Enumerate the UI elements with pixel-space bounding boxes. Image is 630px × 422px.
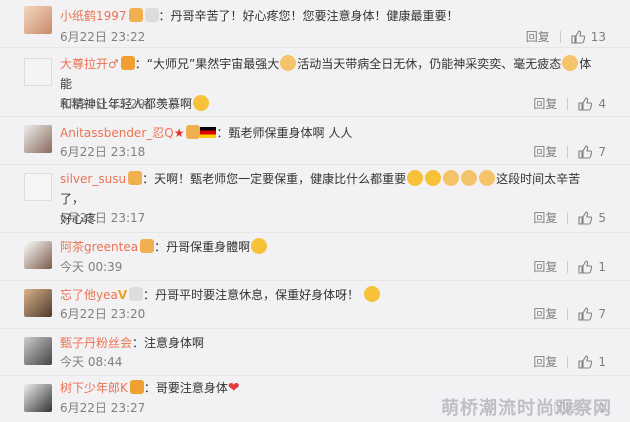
fan-badge-icon — [140, 239, 155, 253]
comment-username[interactable]: 小纸鹤1997 — [60, 9, 127, 23]
sad-emoji-icon — [251, 238, 268, 254]
comment-time: 6月22日 23:17 — [60, 211, 146, 225]
comment-time: 6月22日 23:22 — [60, 30, 146, 44]
comment-username[interactable]: 树下少年郎K — [60, 381, 128, 395]
divider — [567, 97, 569, 110]
thumbs-up-icon[interactable] — [571, 29, 585, 44]
fan-badge-icon — [120, 56, 135, 70]
avatar[interactable] — [24, 337, 52, 365]
avatar[interactable] — [24, 125, 52, 153]
fan-badge-icon — [128, 171, 143, 185]
comment-list: 小纸鹤1997 ：丹哥辛苦了！好心疼您！您要注意身体！健康最重要！ 6月22日 2… — [0, 0, 630, 422]
comment-username[interactable]: 阿茶greentea — [60, 240, 138, 254]
like-count: 1 — [598, 354, 606, 369]
comment-time: 6月22日 23:27 — [60, 401, 146, 415]
comment-username[interactable]: silver_susu — [60, 172, 126, 186]
thumbs-up-icon[interactable] — [578, 306, 593, 321]
comment-text: ：丹哥辛苦了！好心疼您！您要注意身体！健康最重要！ — [158, 9, 459, 23]
comment-text: ：丹哥平时要注意休息，保重好身体呀！ — [143, 288, 360, 302]
like-count: 13 — [590, 29, 606, 44]
pray-icon — [280, 55, 297, 71]
like-count: 7 — [598, 144, 606, 159]
comment-username[interactable]: 忘了他yea — [60, 288, 118, 302]
reply-button[interactable]: 回复 — [533, 143, 557, 160]
comment-item: 忘了他yeaV ：丹哥平时要注意休息，保重好身体呀！ 6月22日 23:20 回复… — [0, 281, 630, 329]
reply-button[interactable]: 回复 — [533, 209, 557, 226]
v-badge-icon: V — [117, 288, 128, 302]
heart-eyes-emoji-icon — [193, 95, 210, 111]
comment-item: 小纸鹤1997 ：丹哥辛苦了！好心疼您！您要注意身体！健康最重要！ 6月22日 2… — [0, 0, 630, 48]
divider — [567, 307, 569, 320]
comment-text: ：天啊！甄老师您一定要保重，健康比什么都重要 — [142, 172, 407, 186]
divider — [567, 211, 569, 224]
comment-time: 6月22日 23:20 — [60, 307, 146, 321]
heart-icon: ❤ — [227, 380, 240, 396]
comment-username[interactable]: 甄子丹粉丝会 — [60, 336, 132, 350]
comment-time: 今天 08:44 — [60, 355, 123, 369]
fan-badge-icon — [186, 125, 201, 139]
like-count: 7 — [598, 306, 606, 321]
comment-text: ：甄老师保重身体啊 — [216, 126, 325, 140]
comment-time: 6月22日 23:29 — [60, 97, 146, 111]
avatar[interactable] — [24, 289, 52, 317]
fan-badge-icon — [128, 8, 143, 22]
thumbs-up-icon[interactable] — [578, 96, 593, 111]
pray-glyph: 人人 — [328, 126, 353, 140]
crying-emoji-icon — [407, 170, 424, 186]
comment-time: 6月22日 23:18 — [60, 145, 146, 159]
comment-item: Anitassbender_忍Q★ ：甄老师保重身体啊 人人 6月22日 23:1… — [0, 117, 630, 165]
sad-emoji-icon — [363, 286, 380, 302]
fan-badge-icon — [129, 380, 144, 394]
germany-flag-icon — [200, 127, 217, 138]
comment-text: ：“大师兄”果然宇宙最强大 — [134, 57, 280, 71]
crying-emoji-icon — [425, 170, 442, 186]
thumbs-up-icon[interactable] — [578, 354, 593, 369]
comment-username[interactable]: Anitassbender_忍Q — [60, 126, 174, 140]
thumbs-up-icon[interactable] — [578, 144, 593, 159]
thumbs-up-icon[interactable] — [578, 210, 593, 225]
watermark: 萌桥潮流时尚观察网 — [441, 398, 612, 419]
panda-icon — [144, 8, 159, 22]
reply-button[interactable]: 回复 — [533, 95, 557, 112]
comment-username[interactable]: 大尊拉开♂ — [60, 57, 119, 71]
comment-item: 阿茶greentea ：丹哥保重身體啊 今天 00:39 回复 1 — [0, 233, 630, 281]
comment-item: 甄子丹粉丝会：注意身体啊 今天 08:44 回复 1 — [0, 329, 630, 376]
thumbs-up-emoji-icon — [562, 55, 579, 71]
pray-icon — [443, 170, 460, 186]
star-icon: ★ — [173, 126, 185, 140]
comment-text: 活动当天带病全日无休，仍能神采奕奕、毫无疲态 — [297, 57, 562, 71]
comment-time: 今天 00:39 — [60, 260, 123, 274]
avatar[interactable] — [24, 58, 52, 86]
avatar[interactable] — [24, 6, 52, 34]
reply-button[interactable]: 回复 — [533, 353, 557, 370]
panda-icon — [129, 287, 144, 301]
reply-button[interactable]: 回复 — [533, 258, 557, 275]
comment-text: ：丹哥保重身體啊 — [154, 240, 251, 254]
divider — [567, 355, 569, 368]
reply-button[interactable]: 回复 — [526, 28, 550, 45]
avatar[interactable] — [24, 173, 52, 201]
comment-text: ：哥要注意身体 — [143, 381, 228, 395]
divider — [567, 145, 569, 158]
reply-button[interactable]: 回复 — [533, 305, 557, 322]
like-count: 1 — [598, 259, 606, 274]
divider — [559, 30, 561, 43]
comment-text: ：注意身体啊 — [132, 336, 205, 350]
like-count: 4 — [598, 96, 606, 111]
avatar[interactable] — [24, 384, 52, 412]
avatar[interactable] — [24, 241, 52, 269]
pray-icon — [461, 170, 478, 186]
pray-icon — [479, 170, 496, 186]
like-count: 5 — [598, 210, 606, 225]
thumbs-up-icon[interactable] — [578, 259, 593, 274]
comment-item: silver_susu ：天啊！甄老师您一定要保重，健康比什么都重要 这段时间太辛苦… — [0, 165, 630, 233]
comment-item: 大尊拉开♂ ：“大师兄”果然宇宙最强大 活动当天带病全日无休，仍能神采奕奕、毫无疲态… — [0, 48, 630, 117]
divider — [567, 260, 569, 273]
